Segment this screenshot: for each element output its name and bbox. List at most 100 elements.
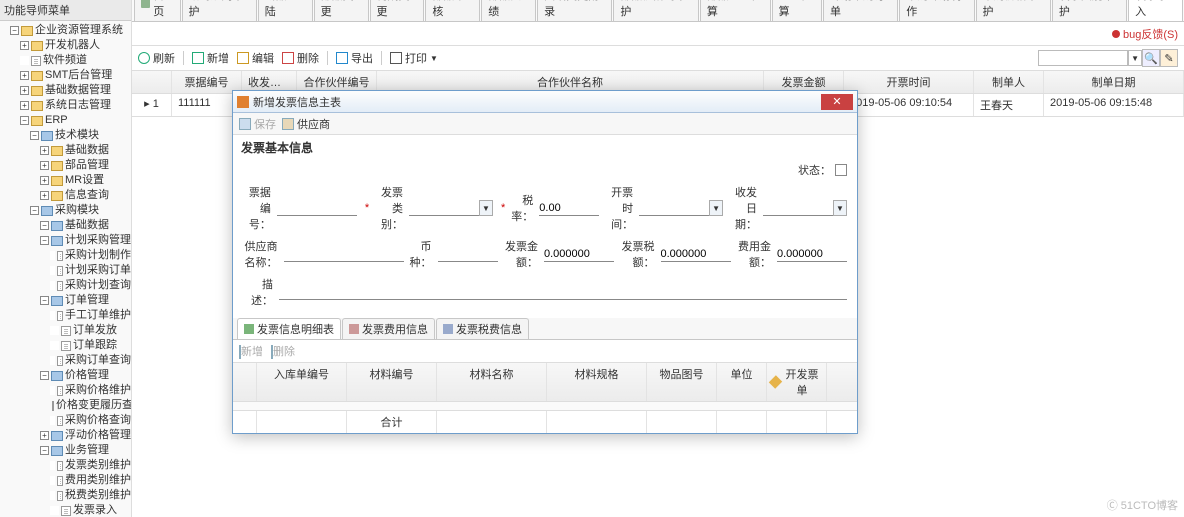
print-icon: [390, 52, 402, 64]
dcol-drawing[interactable]: 物品图号: [647, 363, 717, 401]
filter-icon[interactable]: ✎: [1160, 49, 1178, 67]
tree-item[interactable]: 发票类别维护: [50, 458, 131, 473]
tab-10[interactable]: MR计算: [772, 0, 822, 21]
export-button[interactable]: 导出: [336, 50, 373, 66]
dcol-matno[interactable]: 材料编号: [347, 363, 437, 401]
tab-1[interactable]: 编码规则维护: [182, 0, 257, 21]
tree-item[interactable]: +开发机器人: [20, 38, 131, 53]
tree-item[interactable]: 发票录入: [50, 503, 131, 517]
search-icon[interactable]: 🔍: [1142, 49, 1160, 67]
ticket-no-input[interactable]: [277, 200, 357, 216]
tab-3[interactable]: 部品变更: [314, 0, 369, 21]
search-input[interactable]: [1038, 50, 1128, 66]
tree-item[interactable]: 计划采购订单: [50, 263, 131, 278]
tree-item[interactable]: −业务管理: [40, 443, 131, 458]
tree-item[interactable]: −技术模块: [30, 128, 131, 143]
dcol-matname[interactable]: 材料名称: [437, 363, 547, 401]
dcol-idx[interactable]: [233, 363, 257, 401]
print-button[interactable]: 打印▼: [390, 50, 438, 66]
tab-6[interactable]: 部品实绩: [481, 0, 536, 21]
chevron-down-icon[interactable]: ▼: [833, 200, 847, 216]
dcol-unit[interactable]: 单位: [717, 363, 767, 401]
close-button[interactable]: ✕: [821, 94, 853, 110]
dialog-titlebar[interactable]: 新增发票信息主表 ✕: [233, 91, 857, 113]
supplier-button[interactable]: 供应商: [282, 116, 330, 132]
tab-13[interactable]: 采购价格维护: [976, 0, 1051, 21]
tree-item[interactable]: +SMT后台管理: [20, 68, 131, 83]
dcol-wh[interactable]: 入库单编号: [257, 363, 347, 401]
tree-item[interactable]: −基础数据: [40, 218, 131, 233]
chevron-down-icon[interactable]: ▼: [709, 200, 723, 216]
invoice-type-label: 发票类别：: [375, 184, 403, 232]
tab-7[interactable]: 图纸变更附录: [537, 0, 612, 21]
tab-12[interactable]: 采购计划制作: [899, 0, 974, 21]
bill-time-input[interactable]: [639, 200, 709, 216]
tree-item[interactable]: −订单管理: [40, 293, 131, 308]
tax-input[interactable]: [661, 246, 731, 262]
search-drop[interactable]: ▼: [1128, 50, 1142, 66]
tab-14[interactable]: 发票类别维护: [1052, 0, 1127, 21]
supplier-input[interactable]: [284, 246, 404, 262]
detail-tabs: 发票信息明细表 发票费用信息 发票税费信息: [233, 318, 857, 340]
amount-input[interactable]: [544, 246, 614, 262]
tree-item[interactable]: 手工订单维护: [50, 308, 131, 323]
save-button[interactable]: 保存: [239, 116, 276, 132]
tree-item[interactable]: −计划采购管理: [40, 233, 131, 248]
tree-item[interactable]: 采购价格查询: [50, 413, 131, 428]
tree-item[interactable]: +部品管理: [40, 158, 131, 173]
tree-item[interactable]: +系统日志管理: [20, 98, 131, 113]
state-checkbox[interactable]: [835, 164, 847, 176]
tab-4[interactable]: 构成变更: [370, 0, 425, 21]
tab-15[interactable]: 发票录入: [1128, 0, 1183, 21]
tree-item[interactable]: +MR设置: [40, 173, 131, 188]
dcol-invoice[interactable]: 开发票单: [767, 363, 827, 401]
tree-item[interactable]: +信息查询: [40, 188, 131, 203]
tab-5[interactable]: 部品审核: [425, 0, 480, 21]
chevron-down-icon[interactable]: ▼: [479, 200, 493, 216]
refresh-button[interactable]: 刷新: [138, 50, 175, 66]
tab-detail[interactable]: 发票信息明细表: [237, 318, 341, 339]
col-idx[interactable]: [132, 71, 172, 93]
edit-button[interactable]: 编辑: [237, 50, 274, 66]
col-time[interactable]: 开票时间: [844, 71, 974, 93]
desc-input[interactable]: [279, 284, 847, 300]
tree-item[interactable]: 采购计划查询: [50, 278, 131, 293]
tree-item[interactable]: 价格变更履历查询: [50, 398, 131, 413]
tab-fee[interactable]: 发票费用信息: [342, 318, 435, 339]
tab-8[interactable]: 部品低阶码维护: [613, 0, 699, 21]
tree-item[interactable]: 费用类别维护: [50, 473, 131, 488]
invoice-type-input[interactable]: [409, 200, 479, 216]
tree-item[interactable]: 税费类别维护: [50, 488, 131, 503]
tree-erp[interactable]: −ERP: [20, 113, 131, 128]
tree-root[interactable]: −企业资源管理系统: [10, 23, 131, 38]
col-maker[interactable]: 制单人: [974, 71, 1044, 93]
dcol-spec[interactable]: 材料规格: [547, 363, 647, 401]
tree-item[interactable]: 订单跟踪: [50, 338, 131, 353]
tab-11[interactable]: 计划采购订单: [823, 0, 898, 21]
recv-date-input[interactable]: [763, 200, 833, 216]
rate-input[interactable]: [539, 200, 599, 216]
detail-add-button[interactable]: 新增: [239, 343, 263, 359]
fee-input[interactable]: [777, 246, 847, 262]
detail-del-button[interactable]: 删除: [271, 343, 295, 359]
tree-item[interactable]: −采购模块: [30, 203, 131, 218]
tree-item[interactable]: 采购订单查询: [50, 353, 131, 368]
col-make-date[interactable]: 制单日期: [1044, 71, 1184, 93]
tab-2[interactable]: 新品登陆: [258, 0, 313, 21]
tab-0[interactable]: 首页: [134, 0, 181, 21]
delete-button[interactable]: 删除: [282, 50, 319, 66]
currency-input[interactable]: [438, 246, 498, 262]
tree-item[interactable]: +浮动价格管理: [40, 428, 131, 443]
tree-item[interactable]: +基础数据管理: [20, 83, 131, 98]
tree-item[interactable]: −价格管理: [40, 368, 131, 383]
tab-tax[interactable]: 发票税费信息: [436, 318, 529, 339]
tree-title: 功能导师菜单: [0, 0, 131, 21]
tree-item[interactable]: 软件频道: [20, 53, 131, 68]
add-button[interactable]: 新增: [192, 50, 229, 66]
bug-feedback-button[interactable]: bug反馈(S): [1112, 26, 1178, 42]
tab-9[interactable]: 部品MR计算: [700, 0, 771, 21]
tree-item[interactable]: 订单发放: [50, 323, 131, 338]
tree-item[interactable]: 采购计划制作: [50, 248, 131, 263]
tree-item[interactable]: +基础数据: [40, 143, 131, 158]
tree-item[interactable]: 采购价格维护: [50, 383, 131, 398]
